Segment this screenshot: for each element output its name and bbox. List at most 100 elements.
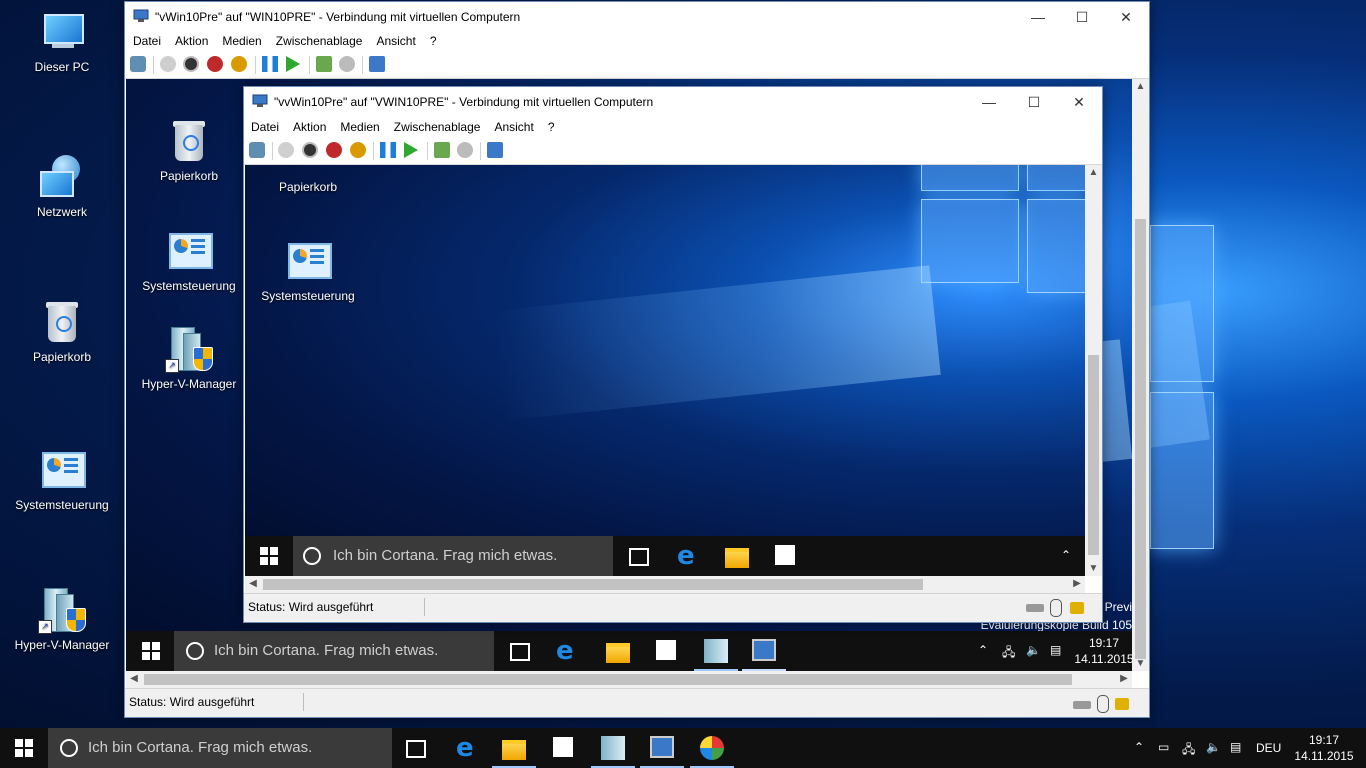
scroll-down-arrow[interactable]: ▼ <box>1132 658 1149 669</box>
scroll-right-arrow[interactable]: ▶ <box>1071 578 1083 589</box>
enhanced-session-icon[interactable] <box>487 142 503 158</box>
cortana-search-box[interactable]: Ich bin Cortana. Frag mich etwas. <box>174 631 494 671</box>
scroll-thumb[interactable] <box>1135 219 1146 659</box>
paint-icon[interactable] <box>700 736 724 760</box>
show-hidden-icons[interactable]: ⌃ <box>1061 548 1071 562</box>
start-icon[interactable] <box>160 56 176 72</box>
start-button[interactable] <box>0 728 48 768</box>
desktop-icon-control-panel[interactable]: Systemsteuerung <box>7 448 117 512</box>
menu-item-medien[interactable]: Medien <box>215 31 268 51</box>
close-button[interactable]: ✕ <box>1103 2 1149 32</box>
inner-vertical-scrollbar[interactable]: ▲ ▼ <box>1085 165 1102 576</box>
scroll-left-arrow[interactable]: ◀ <box>128 673 140 684</box>
desktop-icon-this-pc[interactable]: Dieser PC <box>7 10 117 74</box>
menu-item-zwischenablage[interactable]: Zwischenablage <box>269 31 370 51</box>
task-view-icon[interactable] <box>510 643 530 661</box>
scroll-left-arrow[interactable]: ◀ <box>247 578 259 589</box>
resume-icon[interactable] <box>404 142 418 158</box>
vm-desktop-icon-control-panel[interactable]: Systemsteuerung <box>134 229 244 293</box>
vm-connection-taskbar-icon[interactable] <box>752 639 776 661</box>
menu-item-aktion[interactable]: Aktion <box>168 31 215 51</box>
save-state-icon[interactable] <box>231 56 247 72</box>
desktop-icon-hyper-v-manager[interactable]: ↗ Hyper-V-Manager <box>7 588 117 652</box>
store-icon[interactable] <box>775 545 795 565</box>
volume-tray-icon[interactable]: 🔈 <box>1026 643 1041 657</box>
checkpoint-icon[interactable] <box>316 56 332 72</box>
menu-item-zwischenablage[interactable]: Zwischenablage <box>387 117 488 137</box>
network-tray-icon[interactable]: 🖧 <box>1002 643 1015 664</box>
language-indicator[interactable]: DEU <box>1256 741 1281 755</box>
outer-vm-titlebar[interactable]: "vWin10Pre" auf "WIN10PRE" - Verbindung … <box>125 2 1149 32</box>
scroll-up-arrow[interactable]: ▲ <box>1085 167 1102 178</box>
menu-item-ansicht[interactable]: Ansicht <box>369 31 422 51</box>
scroll-up-arrow[interactable]: ▲ <box>1132 81 1149 92</box>
save-state-icon[interactable] <box>350 142 366 158</box>
task-view-icon[interactable] <box>406 740 426 758</box>
pause-icon[interactable] <box>262 56 278 72</box>
resume-icon[interactable] <box>286 56 300 72</box>
scroll-down-arrow[interactable]: ▼ <box>1085 563 1102 574</box>
inner-horizontal-scrollbar[interactable]: ◀ ▶ <box>245 576 1085 593</box>
vm-clock[interactable]: 19:17 14.11.2015 <box>1074 635 1132 667</box>
cortana-search-box[interactable]: Ich bin Cortana. Frag mich etwas. <box>293 536 613 576</box>
hyper-v-manager-taskbar-icon[interactable] <box>601 736 625 760</box>
volume-tray-icon[interactable]: 🔈 <box>1206 740 1221 754</box>
hyper-v-manager-taskbar-icon[interactable] <box>704 639 728 663</box>
vm-connection-taskbar-icon[interactable] <box>650 736 674 758</box>
file-explorer-icon[interactable] <box>725 548 749 568</box>
host-clock[interactable]: 19:17 14.11.2015 <box>1292 732 1356 764</box>
edge-icon[interactable]: e <box>677 543 701 569</box>
vm-desktop-icon-control-panel[interactable]: Systemsteuerung <box>253 239 363 303</box>
maximize-button[interactable]: ☐ <box>1059 2 1105 32</box>
inner-vm-screen[interactable]: Papierkorb Systemsteuerung Ich bin Corta… <box>245 165 1085 576</box>
scroll-thumb[interactable] <box>263 579 923 590</box>
action-center-icon[interactable]: ▤ <box>1050 643 1061 657</box>
turn-off-icon[interactable] <box>183 56 199 72</box>
network-tray-icon[interactable]: 🖧 <box>1182 740 1195 761</box>
file-explorer-icon[interactable] <box>606 643 630 663</box>
start-button[interactable] <box>245 536 293 576</box>
shutdown-icon[interactable] <box>207 56 223 72</box>
store-icon[interactable] <box>656 640 676 660</box>
minimize-button[interactable]: — <box>966 87 1012 117</box>
menu-item-medien[interactable]: Medien <box>333 117 386 137</box>
ctrl-alt-del-icon[interactable] <box>130 56 146 72</box>
file-explorer-icon[interactable] <box>502 740 526 760</box>
ctrl-alt-del-icon[interactable] <box>249 142 265 158</box>
device-tray-icon[interactable]: ▭ <box>1158 740 1169 754</box>
start-button[interactable] <box>126 631 174 671</box>
turn-off-icon[interactable] <box>302 142 318 158</box>
checkpoint-icon[interactable] <box>434 142 450 158</box>
scroll-right-arrow[interactable]: ▶ <box>1118 673 1130 684</box>
action-center-icon[interactable]: ▤ <box>1230 740 1241 754</box>
revert-icon[interactable] <box>457 142 473 158</box>
edge-icon[interactable]: e <box>456 735 480 761</box>
show-hidden-icons[interactable]: ⌃ <box>978 643 988 657</box>
show-hidden-icons[interactable]: ⌃ <box>1134 740 1144 754</box>
enhanced-session-icon[interactable] <box>369 56 385 72</box>
menu-item-aktion[interactable]: Aktion <box>286 117 333 137</box>
maximize-button[interactable]: ☐ <box>1011 87 1057 117</box>
close-button[interactable]: ✕ <box>1056 87 1102 117</box>
menu-item-help[interactable]: ? <box>423 31 444 51</box>
menu-item-help[interactable]: ? <box>541 117 562 137</box>
scroll-thumb[interactable] <box>144 674 1072 685</box>
pause-icon[interactable] <box>380 142 396 158</box>
start-icon[interactable] <box>278 142 294 158</box>
store-icon[interactable] <box>553 737 573 757</box>
minimize-button[interactable]: — <box>1015 2 1061 32</box>
outer-vertical-scrollbar[interactable]: ▲ ▼ <box>1132 79 1149 671</box>
vm-desktop-icon-recycle-bin[interactable]: Papierkorb <box>134 119 244 183</box>
menu-item-datei[interactable]: Datei <box>244 117 286 137</box>
desktop-icon-recycle-bin[interactable]: Papierkorb <box>7 300 117 364</box>
desktop-icon-network[interactable]: Netzwerk <box>7 155 117 219</box>
vm-desktop-icon-hyper-v-manager[interactable]: ↗ Hyper-V-Manager <box>134 327 244 391</box>
task-view-icon[interactable] <box>629 548 649 566</box>
revert-icon[interactable] <box>339 56 355 72</box>
menu-item-ansicht[interactable]: Ansicht <box>487 117 540 137</box>
outer-horizontal-scrollbar[interactable]: ◀ ▶ <box>126 671 1132 688</box>
shutdown-icon[interactable] <box>326 142 342 158</box>
scroll-thumb[interactable] <box>1088 355 1099 555</box>
menu-item-datei[interactable]: Datei <box>126 31 168 51</box>
cortana-search-box[interactable]: Ich bin Cortana. Frag mich etwas. <box>48 728 392 768</box>
